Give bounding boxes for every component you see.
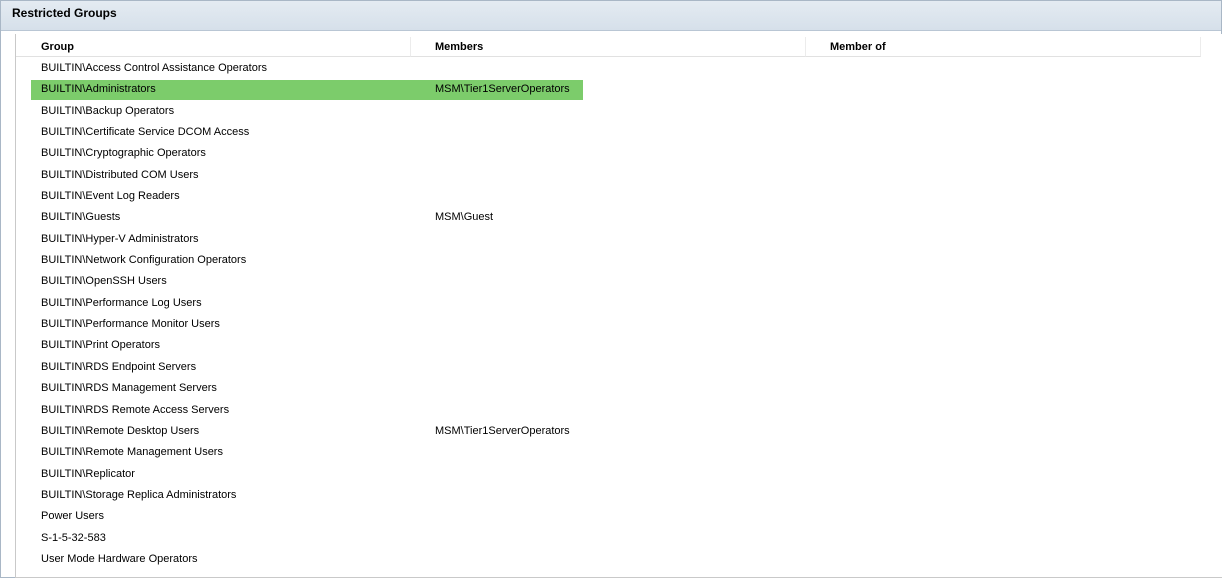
cell-members: MSM\Tier1ServerOperators (435, 83, 570, 96)
table-row[interactable]: User Mode Hardware Operators (31, 549, 1221, 570)
cell-members: MSM\Tier1ServerOperators (435, 424, 570, 437)
cell-members: MSM\Guest (435, 211, 494, 224)
cell-group: BUILTIN\Cryptographic Operators (41, 147, 206, 160)
cell-group: BUILTIN\Event Log Readers (41, 190, 180, 203)
table-row[interactable]: BUILTIN\Storage Replica Administrators (31, 485, 1221, 506)
table-row[interactable]: BUILTIN\RDS Remote Access Servers (31, 400, 1221, 421)
cell-group: BUILTIN\Print Operators (41, 339, 160, 352)
cell-group: BUILTIN\Distributed COM Users (41, 168, 199, 181)
table-row[interactable]: BUILTIN\Backup Operators (31, 101, 1221, 122)
table-row[interactable]: BUILTIN\Certificate Service DCOM Access (31, 122, 1221, 143)
cell-group: BUILTIN\Hyper-V Administrators (41, 232, 199, 245)
table-body: BUILTIN\Access Control Assistance Operat… (31, 58, 1221, 570)
table-row[interactable]: BUILTIN\Replicator (31, 464, 1221, 485)
table-row[interactable]: BUILTIN\Network Configuration Operators (31, 250, 1221, 271)
table-row[interactable]: BUILTIN\Event Log Readers (31, 186, 1221, 207)
cell-group: BUILTIN\Guests (41, 211, 121, 224)
cell-group: BUILTIN\RDS Management Servers (41, 382, 217, 395)
table-row[interactable]: BUILTIN\Performance Monitor Users (31, 314, 1221, 335)
cell-group: BUILTIN\Remote Management Users (41, 446, 223, 459)
table-row[interactable]: BUILTIN\Cryptographic Operators (31, 143, 1221, 164)
table-row[interactable]: BUILTIN\Access Control Assistance Operat… (31, 58, 1221, 79)
cell-group: BUILTIN\Administrators (41, 83, 156, 96)
cell-group: BUILTIN\Performance Log Users (41, 296, 202, 309)
restricted-groups-panel: Restricted Groups Group Members Member o… (0, 0, 1222, 578)
section-header: Restricted Groups (1, 1, 1221, 31)
cell-group: S-1-5-32-583 (41, 531, 106, 544)
cell-group: Power Users (41, 510, 104, 523)
cell-group: BUILTIN\OpenSSH Users (41, 275, 167, 288)
table-row[interactable]: Power Users (31, 506, 1221, 527)
cell-group: BUILTIN\RDS Remote Access Servers (41, 403, 230, 416)
table-row[interactable]: BUILTIN\Remote Desktop Users MSM\Tier1Ser… (31, 421, 1221, 442)
cell-group: BUILTIN\Performance Monitor Users (41, 318, 220, 331)
table-row[interactable]: BUILTIN\Print Operators (31, 335, 1221, 356)
table-row[interactable]: S-1-5-32-583 (31, 528, 1221, 549)
table-row[interactable]: BUILTIN\Remote Management Users (31, 442, 1221, 463)
table-row[interactable]: BUILTIN\Hyper-V Administrators (31, 229, 1221, 250)
cell-group: BUILTIN\Network Configuration Operators (41, 254, 247, 267)
section-title: Restricted Groups (12, 6, 117, 20)
column-header-group[interactable]: Group (16, 37, 411, 57)
cell-group: BUILTIN\Backup Operators (41, 104, 175, 117)
cell-group: BUILTIN\Remote Desktop Users (41, 424, 200, 437)
table-row[interactable]: BUILTIN\OpenSSH Users (31, 271, 1221, 292)
cell-group: BUILTIN\Access Control Assistance Operat… (41, 62, 267, 74)
restricted-groups-list[interactable]: Group Members Member of BUILTIN\Access C… (15, 34, 1222, 578)
cell-group: BUILTIN\Certificate Service DCOM Access (41, 126, 250, 139)
cell-group: BUILTIN\Replicator (41, 467, 135, 480)
table-row[interactable]: BUILTIN\Guests MSM\Guest (31, 207, 1221, 228)
cell-group: BUILTIN\Storage Replica Administrators (41, 488, 237, 501)
cell-group: BUILTIN\RDS Endpoint Servers (41, 360, 197, 373)
table-row[interactable]: BUILTIN\RDS Endpoint Servers (31, 357, 1221, 378)
table-row[interactable]: BUILTIN\Distributed COM Users (31, 165, 1221, 186)
column-header-member-of[interactable]: Member of (806, 37, 1201, 57)
table-row[interactable]: BUILTIN\Administrators MSM\Tier1ServerOpe… (31, 79, 1221, 101)
cell-group: User Mode Hardware Operators (41, 552, 198, 565)
table-row[interactable]: BUILTIN\Performance Log Users (31, 293, 1221, 314)
table-row[interactable]: BUILTIN\RDS Management Servers (31, 378, 1221, 399)
column-header-members[interactable]: Members (411, 37, 806, 57)
